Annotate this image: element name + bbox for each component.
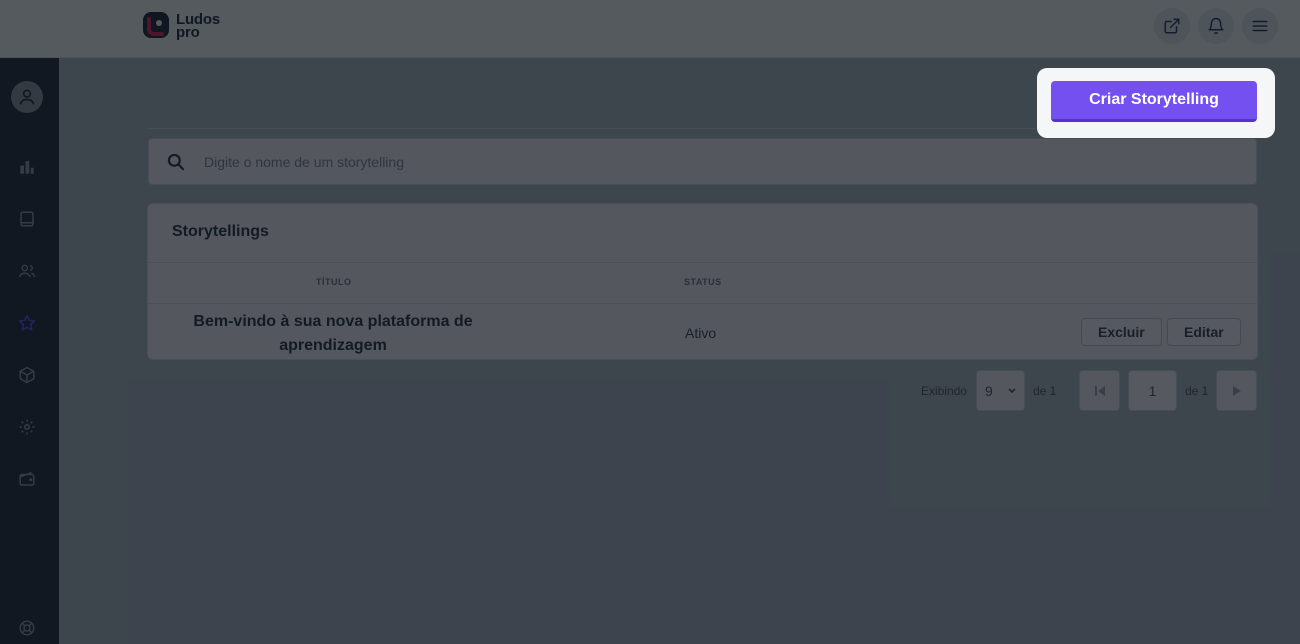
bell-icon: [1208, 17, 1224, 35]
sidebar-item-storytelling[interactable]: [17, 313, 37, 333]
chevron-down-icon: [1008, 387, 1016, 393]
help-lifebuoy-icon: [19, 620, 35, 636]
per-page-value: 9: [985, 382, 993, 399]
gear-icon: [19, 419, 35, 435]
tour-highlight: Criar Storytelling: [1037, 68, 1275, 138]
first-page-icon: [1094, 385, 1105, 396]
wallet-icon: [19, 471, 35, 486]
external-link-icon: [1164, 18, 1180, 34]
first-page-button[interactable]: [1079, 370, 1120, 411]
notifications-button[interactable]: [1198, 8, 1234, 44]
search-icon: [167, 153, 185, 171]
next-page-button[interactable]: [1216, 370, 1257, 411]
edit-button[interactable]: Editar: [1167, 318, 1241, 346]
bar-chart-icon: [20, 161, 34, 174]
avatar[interactable]: [11, 81, 43, 113]
top-bar: Ludos pro: [0, 0, 1300, 58]
logo[interactable]: Ludos pro: [142, 11, 220, 41]
book-icon: [20, 211, 34, 227]
sidebar-item-dashboard[interactable]: [17, 157, 37, 177]
create-storytelling-button[interactable]: Criar Storytelling: [1051, 81, 1257, 122]
external-link-button[interactable]: [1154, 8, 1190, 44]
ludos-logo-icon: [142, 11, 172, 41]
storytellings-card: Storytellings Título Status Bem-vindo à …: [147, 203, 1258, 360]
menu-button[interactable]: [1242, 8, 1278, 44]
delete-button[interactable]: Excluir: [1081, 318, 1162, 346]
column-header-title: Título: [316, 277, 352, 287]
search-input[interactable]: [204, 139, 1244, 184]
row-status: Ativo: [685, 325, 717, 341]
sidebar-item-help[interactable]: [17, 618, 37, 638]
card-title: Storytellings: [172, 223, 269, 240]
user-avatar-icon: [19, 89, 35, 105]
divider: [148, 303, 1257, 304]
menu-icon: [1252, 20, 1268, 32]
per-page-select[interactable]: 9: [976, 370, 1025, 411]
current-page-input[interactable]: 1: [1128, 370, 1177, 411]
next-page-icon: [1232, 385, 1241, 396]
row-title: Bem-vindo à sua nova plataforma de apren…: [193, 313, 473, 354]
sidebar-item-products[interactable]: [17, 365, 37, 385]
sidebar-item-courses[interactable]: [17, 209, 37, 229]
sidebar-item-settings[interactable]: [17, 417, 37, 437]
search-bar: [148, 138, 1257, 185]
page-count-label: de 1: [1185, 384, 1209, 398]
users-icon: [18, 264, 36, 278]
sidebar-item-users[interactable]: [17, 261, 37, 281]
sidebar-item-wallet[interactable]: [17, 469, 37, 489]
total-pages-label: de 1: [1033, 384, 1057, 398]
divider: [148, 262, 1257, 263]
star-icon: [18, 314, 36, 331]
column-header-status: Status: [684, 277, 722, 287]
sidebar: [0, 58, 59, 644]
cube-icon: [19, 366, 35, 384]
showing-label: Exibindo: [921, 384, 968, 398]
